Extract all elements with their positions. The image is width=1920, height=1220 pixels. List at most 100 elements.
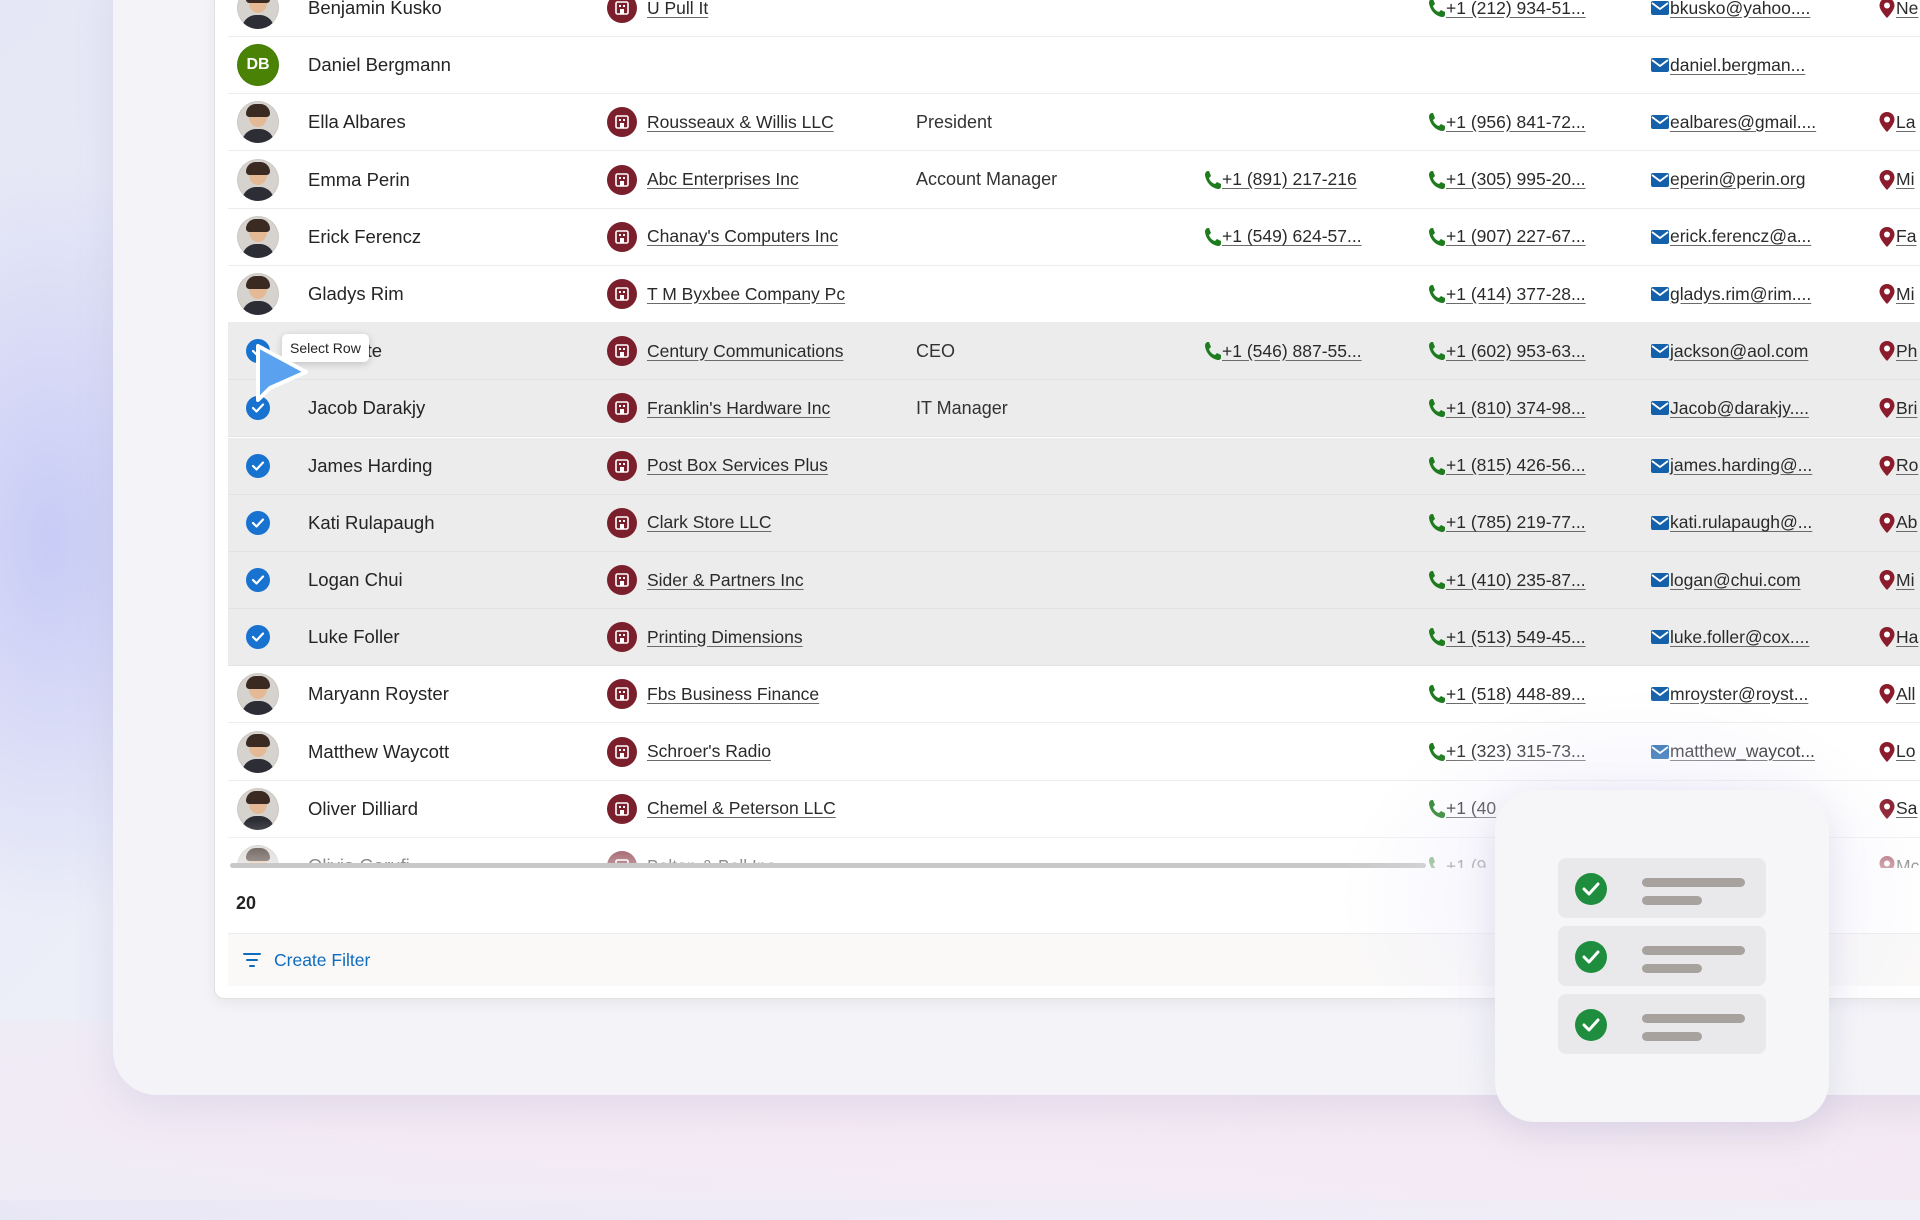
mobile-phone-link[interactable]: +1 (810) 374-98... (1446, 398, 1586, 419)
email-link[interactable]: gladys.rim@rim.... (1670, 284, 1811, 305)
address-link[interactable]: Ph (1896, 341, 1917, 362)
row-select-cell[interactable] (236, 209, 280, 265)
contact-name[interactable]: Matthew Waycott (308, 724, 449, 780)
row-select-cell[interactable]: DB (236, 37, 280, 93)
account-link[interactable]: Sider & Partners Inc (647, 570, 804, 591)
contact-name[interactable]: James Harding (308, 438, 432, 494)
table-row[interactable]: DB Daniel Bergmann daniel.bergman... (228, 37, 1920, 95)
email-link[interactable]: kati.rulapaugh@... (1670, 512, 1812, 533)
contact-name[interactable]: Luke Foller (308, 609, 400, 665)
account-link[interactable]: Rousseaux & Willis LLC (647, 112, 834, 133)
contact-name[interactable]: Gladys Rim (308, 266, 404, 322)
mobile-phone-link[interactable]: +1 (410) 235-87... (1446, 570, 1586, 591)
horizontal-scrollbar[interactable] (230, 863, 1426, 868)
row-select-cell[interactable] (236, 552, 280, 608)
account-link[interactable]: Chemel & Peterson LLC (647, 798, 836, 819)
address-link[interactable]: Mi (1896, 284, 1914, 305)
account-link[interactable]: Fbs Business Finance (647, 684, 819, 705)
address-link[interactable]: Lo (1896, 741, 1915, 762)
account-link[interactable]: Chanay's Computers Inc (647, 226, 838, 247)
checkmark-circle-icon[interactable] (246, 510, 270, 535)
address-link[interactable]: All (1896, 684, 1915, 705)
business-phone-link[interactable]: +1 (549) 624-57... (1222, 226, 1362, 247)
checkmark-circle-icon[interactable] (246, 625, 270, 650)
contact-name[interactable]: Emma Perin (308, 152, 410, 208)
checkmark-circle-icon[interactable] (246, 568, 270, 592)
account-link[interactable]: T M Byxbee Company Pc (647, 284, 845, 305)
email-link[interactable]: daniel.bergman... (1670, 55, 1805, 76)
contact-name[interactable]: Logan Chui (308, 552, 403, 608)
contact-name[interactable]: Daniel Bergmann (308, 37, 451, 93)
table-row[interactable]: James Harding Post Box Services Plus +1 (8… (228, 437, 1920, 495)
address-link[interactable]: Bri (1896, 398, 1917, 419)
contact-name[interactable]: Ella Albares (308, 94, 406, 150)
account-link[interactable]: U Pull It (647, 0, 708, 19)
business-phone-link[interactable]: +1 (891) 217-216 (1222, 169, 1357, 190)
email-link[interactable]: luke.foller@cox.... (1670, 627, 1809, 648)
contact-name[interactable]: Oliver Dilliard (308, 781, 418, 837)
mobile-phone-link[interactable]: +1 (785) 219-77... (1446, 512, 1586, 533)
row-select-cell[interactable] (236, 438, 280, 494)
table-row[interactable]: Maryann Royster Fbs Business Finance +1 (5… (228, 666, 1920, 724)
table-row[interactable]: Ella Albares Rousseaux & Willis LLC Presid… (228, 94, 1920, 152)
email-link[interactable]: logan@chui.com (1670, 570, 1801, 591)
mobile-phone-link[interactable]: +1 (956) 841-72... (1446, 112, 1586, 133)
email-link[interactable]: Jacob@darakjy.... (1670, 398, 1809, 419)
account-link[interactable]: Clark Store LLC (647, 512, 772, 533)
mobile-phone-link[interactable]: +1 (212) 934-51... (1446, 0, 1586, 19)
table-row[interactable]: Jacob Darakjy Franklin's Hardware Inc IT M… (228, 380, 1920, 438)
address-link[interactable]: Ab (1896, 512, 1917, 533)
table-row[interactable]: Erick Ferencz Chanay's Computers Inc +1 (5… (228, 209, 1920, 266)
mobile-phone-link[interactable]: +1 (323) 315-73... (1446, 741, 1586, 762)
table-row[interactable]: Benjamin Kusko U Pull It +1 (212) 934-51..… (228, 0, 1920, 37)
row-select-cell[interactable] (236, 0, 280, 36)
account-link[interactable]: Printing Dimensions (647, 627, 803, 648)
account-link[interactable]: Post Box Services Plus (647, 455, 828, 476)
address-link[interactable]: Sa (1896, 798, 1917, 819)
address-link[interactable]: Mi (1896, 570, 1914, 591)
table-row[interactable]: Kati Rulapaugh Clark Store LLC +1 (785) 21… (228, 494, 1920, 552)
row-select-cell[interactable] (236, 266, 280, 322)
email-link[interactable]: ealbares@gmail.... (1670, 112, 1816, 133)
table-row[interactable]: Logan Chui Sider & Partners Inc +1 (410) 2… (228, 552, 1920, 609)
email-link[interactable]: james.harding@... (1670, 455, 1812, 476)
email-link[interactable]: mroyster@royst... (1670, 684, 1808, 705)
business-phone-link[interactable]: +1 (546) 887-55... (1222, 341, 1362, 362)
row-select-cell[interactable] (236, 666, 280, 722)
account-link[interactable]: Century Communications (647, 341, 843, 362)
row-select-cell[interactable] (236, 152, 280, 208)
row-select-cell[interactable] (236, 94, 280, 150)
table-row[interactable]: Emma Perin Abc Enterprises Inc Account Man… (228, 152, 1920, 209)
address-link[interactable]: La (1896, 112, 1915, 133)
account-link[interactable]: Abc Enterprises Inc (647, 169, 799, 190)
account-link[interactable]: Schroer's Radio (647, 741, 771, 762)
mobile-phone-link[interactable]: +1 (907) 227-67... (1446, 226, 1586, 247)
checkmark-circle-icon[interactable] (246, 453, 270, 478)
email-link[interactable]: erick.ferencz@a... (1670, 226, 1811, 247)
address-link[interactable]: Ne (1896, 0, 1918, 19)
mobile-phone-link[interactable]: +1 (815) 426-56... (1446, 455, 1586, 476)
mobile-phone-link[interactable]: +1 (602) 953-63... (1446, 341, 1586, 362)
mobile-phone-link[interactable]: +1 (513) 549-45... (1446, 627, 1586, 648)
address-link[interactable]: Mi (1896, 169, 1914, 190)
email-link[interactable]: jackson@aol.com (1670, 341, 1808, 362)
table-row[interactable]: Luke Foller Printing Dimensions +1 (513) 5… (228, 609, 1920, 667)
table-row[interactable]: Gladys Rim T M Byxbee Company Pc +1 (414) … (228, 266, 1920, 323)
row-select-cell[interactable] (236, 609, 280, 665)
contact-name[interactable]: Kati Rulapaugh (308, 495, 435, 551)
row-select-cell[interactable] (236, 495, 280, 551)
row-select-cell[interactable] (236, 724, 280, 780)
address-link[interactable]: Mc (1896, 856, 1919, 869)
contact-name[interactable]: Jacob Darakjy (308, 380, 425, 436)
contact-name[interactable]: Benjamin Kusko (308, 0, 442, 36)
mobile-phone-link[interactable]: +1 (9 (1446, 856, 1486, 869)
create-filter-button[interactable]: Create Filter (242, 950, 370, 971)
contact-name[interactable]: Erick Ferencz (308, 209, 421, 265)
table-row[interactable]: Matthew Waycott Schroer's Radio +1 (323) 3… (228, 724, 1920, 781)
email-link[interactable]: matthew_waycot... (1670, 741, 1815, 762)
address-link[interactable]: Ro (1896, 455, 1918, 476)
mobile-phone-link[interactable]: +1 (40 (1446, 798, 1496, 819)
mobile-phone-link[interactable]: +1 (305) 995-20... (1446, 169, 1586, 190)
email-link[interactable]: eperin@perin.org (1670, 169, 1805, 190)
email-link[interactable]: bkusko@yahoo.... (1670, 0, 1810, 19)
